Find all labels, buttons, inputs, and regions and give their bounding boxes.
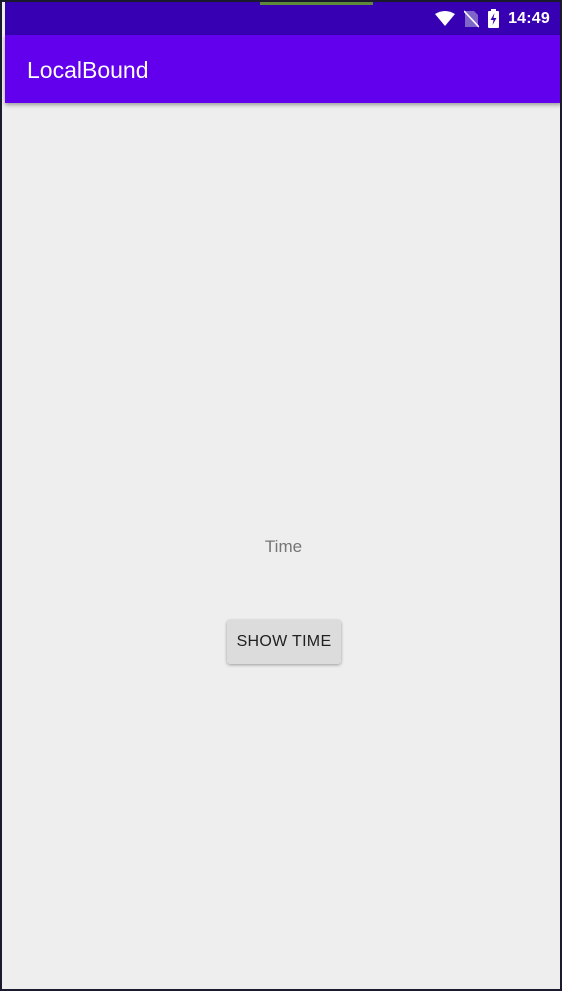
status-bar: 14:49 [5,2,560,35]
wifi-icon [435,10,456,27]
show-time-button[interactable]: SHOW TIME [227,620,341,664]
time-label: Time [264,537,303,556]
battery-charging-icon [488,9,500,28]
status-notch [260,2,373,5]
main-content: Time SHOW TIME [5,103,560,989]
app-title: LocalBound [27,57,149,83]
phone-screen: 14:49 LocalBound Time SHOW TIME [0,0,562,991]
status-icons: 14:49 [435,2,550,35]
app-bar: LocalBound [5,35,560,103]
no-sim-icon [464,9,480,28]
status-time: 14:49 [508,9,550,27]
